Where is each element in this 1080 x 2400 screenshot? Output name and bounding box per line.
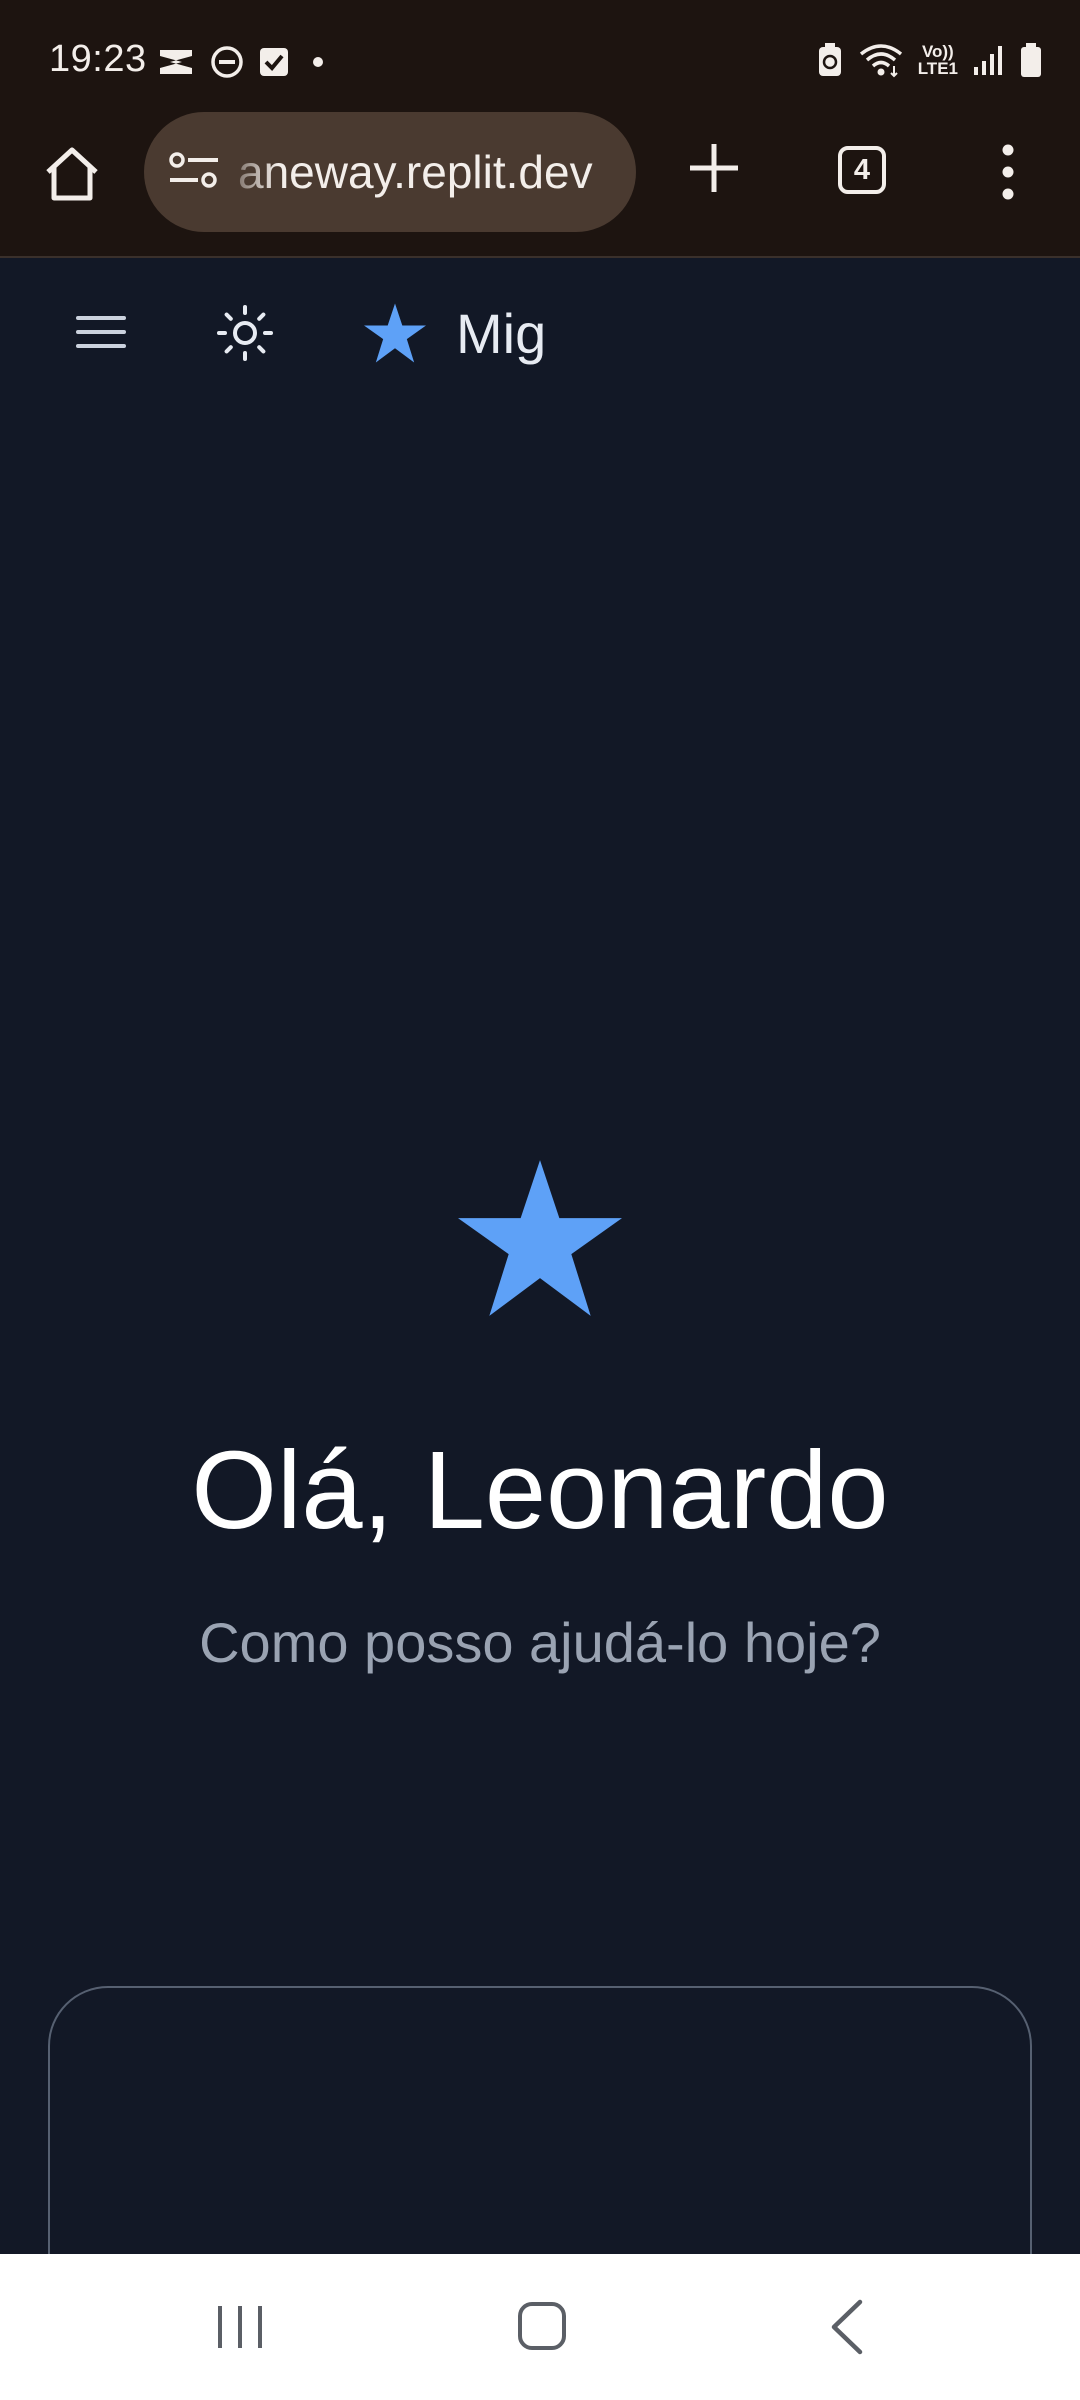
status-left-icons	[156, 42, 332, 82]
recents-icon[interactable]	[214, 2302, 266, 2352]
volte-lte1-icon: Vo)) LTE1	[918, 43, 958, 77]
home-icon[interactable]	[40, 142, 104, 206]
address-bar[interactable]: aneway.replit.dev	[144, 112, 636, 232]
greeting-title: Olá, Leonardo	[191, 1429, 889, 1552]
lte-label: LTE1	[917, 59, 958, 78]
more-options-icon[interactable]	[990, 142, 1026, 202]
url-text[interactable]: aneway.replit.dev	[238, 145, 593, 199]
browser-toolbar: aneway.replit.dev 4	[0, 112, 1080, 258]
nav-home-icon[interactable]	[516, 2300, 568, 2352]
status-time: 19:23	[49, 38, 147, 80]
back-icon[interactable]	[826, 2298, 866, 2356]
brand-name: Mig	[456, 301, 547, 365]
wifi-icon	[859, 44, 902, 78]
brand: Mig	[364, 298, 546, 368]
greeting-subtitle: Como posso ajudá-lo hoje?	[199, 1611, 881, 1674]
status-bar: 19:23 Vo)) LTE1	[0, 0, 1080, 120]
capcut-icon	[160, 50, 192, 74]
chat-input-box[interactable]	[48, 1986, 1032, 2286]
new-tab-icon[interactable]	[688, 142, 740, 194]
battery-icon	[1021, 43, 1041, 77]
checkbox-icon	[260, 48, 288, 76]
site-settings-icon[interactable]	[168, 148, 220, 194]
hamburger-menu-icon[interactable]	[76, 312, 126, 352]
do-not-disturb-icon	[211, 46, 243, 78]
notification-dot-icon	[313, 57, 323, 67]
star-icon	[364, 303, 426, 363]
hero-star-icon	[458, 1160, 622, 1316]
battery-saver-icon	[818, 43, 841, 76]
tab-count: 4	[853, 153, 871, 186]
volte-label: Vo))	[921, 42, 954, 61]
app-header: Mig	[0, 258, 1080, 408]
sun-icon[interactable]	[216, 304, 274, 362]
signal-icon	[974, 46, 1002, 75]
status-right-icons: Vo)) LTE1	[816, 40, 1042, 80]
system-navigation-bar	[0, 2254, 1080, 2400]
tab-switcher-button[interactable]: 4	[838, 146, 886, 194]
